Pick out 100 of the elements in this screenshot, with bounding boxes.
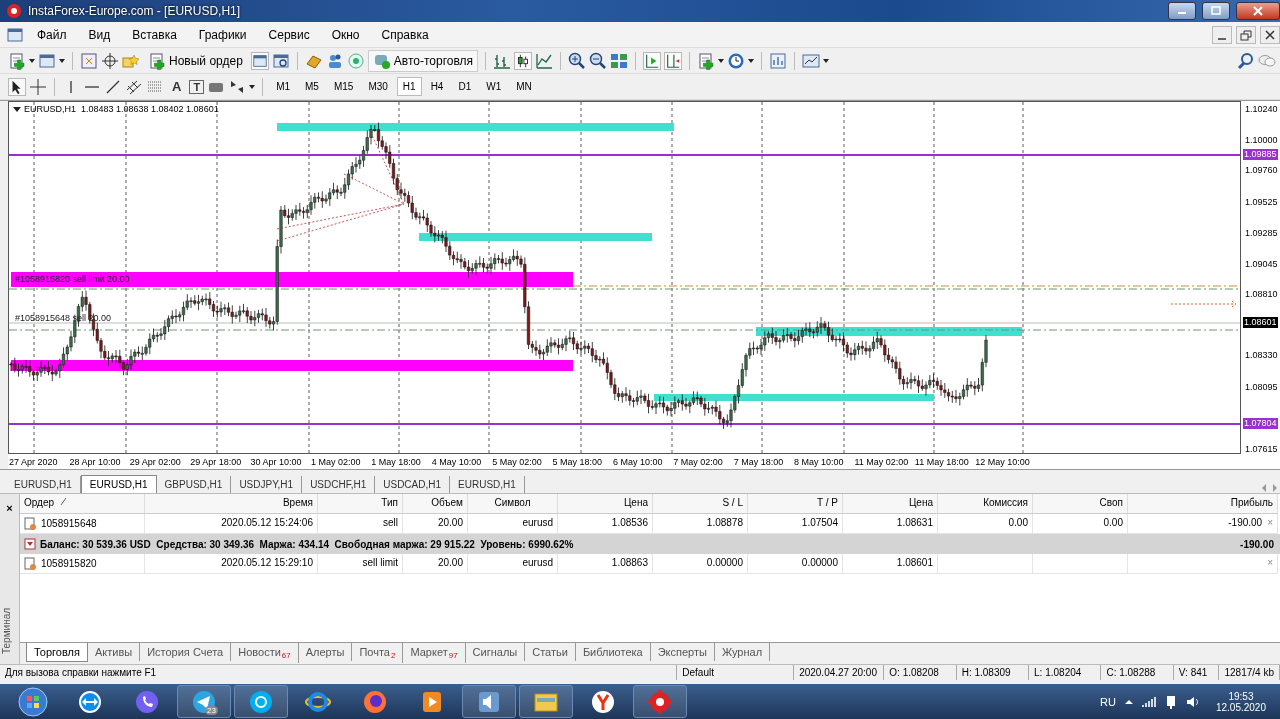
- menu-item[interactable]: Сервис: [259, 25, 319, 44]
- table-cell: 0.00000: [748, 554, 843, 574]
- panel-icon[interactable]: [250, 51, 269, 70]
- maximize-button[interactable]: [1202, 2, 1230, 20]
- indicator-list-icon[interactable]: [769, 51, 788, 70]
- terminal-tab[interactable]: Статьи: [525, 643, 576, 661]
- menu-item[interactable]: Окно: [322, 25, 369, 44]
- close-button[interactable]: ×: [1267, 557, 1273, 570]
- column-header[interactable]: Своп: [1033, 494, 1128, 514]
- menu-item[interactable]: Вставка: [123, 25, 186, 44]
- column-header[interactable]: Цена: [843, 494, 938, 514]
- terminal-tab[interactable]: Активы: [87, 643, 141, 661]
- search-icon[interactable]: [1237, 51, 1255, 70]
- close-button[interactable]: ×: [6, 502, 13, 514]
- terminal-tab[interactable]: Эксперты: [650, 643, 715, 661]
- taskbar-button[interactable]: [462, 685, 516, 718]
- table-cell: 1058915648: [41, 518, 97, 529]
- column-header[interactable]: S / L: [653, 494, 748, 514]
- taskbar-button[interactable]: [519, 685, 573, 718]
- caret-icon[interactable]: [718, 57, 725, 64]
- column-header[interactable]: Объем: [403, 494, 468, 514]
- caret-icon[interactable]: [29, 57, 35, 64]
- paper-plane-icon: [191, 688, 217, 715]
- clock-date[interactable]: 12.05.2020: [1215, 701, 1266, 713]
- close-button[interactable]: [1236, 2, 1280, 20]
- zoom-in-icon[interactable]: [568, 51, 587, 70]
- price-marker: 1.09885: [1243, 149, 1278, 160]
- menu-item[interactable]: Вид: [79, 25, 120, 44]
- collapse-icon[interactable]: [24, 538, 36, 550]
- y-circle-icon: [590, 688, 616, 715]
- tile-windows-icon[interactable]: [610, 51, 629, 70]
- chart-tab[interactable]: EURUSD,H1: [80, 475, 157, 493]
- caret-icon[interactable]: [249, 83, 256, 90]
- auto-scroll-icon[interactable]: [643, 51, 662, 70]
- column-header[interactable]: Ордер: [24, 497, 55, 510]
- column-header[interactable]: Время: [145, 494, 318, 514]
- chart-window-icon[interactable]: [802, 51, 821, 70]
- dropdown-triangle-icon[interactable]: [13, 105, 21, 113]
- taskbar-button[interactable]: 23: [177, 685, 231, 718]
- windows-logo-icon[interactable]: [18, 686, 48, 717]
- caret-icon[interactable]: [748, 57, 755, 64]
- menu-item[interactable]: Справка: [372, 25, 438, 44]
- sort-icon[interactable]: [60, 497, 68, 506]
- signal-bars-icon[interactable]: [1141, 695, 1156, 708]
- line-chart-icon[interactable]: [535, 51, 554, 70]
- menu-item[interactable]: Файл: [28, 25, 76, 44]
- chart-shift-icon[interactable]: [664, 51, 683, 70]
- language-indicator[interactable]: RU: [1100, 695, 1116, 708]
- auto-trading-button[interactable]: Авто-торговля: [367, 49, 479, 72]
- time-label: 1 May 18:00: [370, 456, 422, 467]
- timeframe-button[interactable]: M1: [270, 77, 297, 96]
- chart-search-icon[interactable]: [271, 51, 290, 70]
- timeframe-button[interactable]: M15: [327, 77, 360, 96]
- time-label: 11 May 02:00: [853, 456, 910, 467]
- column-header[interactable]: Символ: [468, 494, 558, 514]
- candlestick-icon[interactable]: [514, 51, 533, 70]
- close-button[interactable]: ×: [1267, 517, 1273, 530]
- caret-icon[interactable]: [59, 57, 65, 64]
- clock-icon[interactable]: [727, 51, 746, 70]
- column-header[interactable]: Прибыль: [1128, 494, 1278, 514]
- timeframe-button[interactable]: MN: [510, 77, 538, 96]
- timeframe-button[interactable]: M30: [362, 77, 394, 96]
- status-field: C: 1.08288: [1101, 665, 1174, 680]
- terminal-tab[interactable]: Торговля: [26, 643, 88, 662]
- column-header[interactable]: Тип: [318, 494, 403, 514]
- document-plus-icon: [148, 51, 166, 70]
- terminal-tab[interactable]: Алерты: [298, 643, 353, 661]
- template-icon[interactable]: [697, 51, 716, 70]
- menu-item[interactable]: Графики: [189, 25, 256, 44]
- caret-icon[interactable]: [823, 57, 830, 64]
- column-header[interactable]: T / P: [748, 494, 843, 514]
- timeframe-button[interactable]: H4: [424, 77, 450, 96]
- taskbar-button[interactable]: [234, 685, 288, 718]
- window-title: InstaForex-Europe.com - [EURUSD,H1]: [28, 4, 241, 18]
- text-tool[interactable]: A: [167, 79, 187, 94]
- tray-up-icon[interactable]: [1123, 697, 1134, 706]
- timeframe-button[interactable]: W1: [480, 77, 508, 96]
- label-tool[interactable]: T: [189, 79, 205, 94]
- taskbar-button[interactable]: [633, 685, 687, 718]
- clock-time[interactable]: 19:53: [1228, 690, 1254, 702]
- terminal-tab[interactable]: Библиотека: [575, 643, 651, 661]
- speaker-icon[interactable]: [1185, 694, 1200, 709]
- status-field: L: 1.08204: [1029, 665, 1102, 680]
- terminal-tab[interactable]: Журнал: [714, 643, 771, 661]
- terminal-tab[interactable]: История Счета: [140, 643, 232, 661]
- timeframe-button[interactable]: M5: [299, 77, 325, 96]
- profiles-icon[interactable]: [38, 51, 56, 70]
- terminal-tab[interactable]: Сигналы: [465, 643, 526, 661]
- column-header[interactable]: Цена: [558, 494, 653, 514]
- new-chart-icon[interactable]: [8, 51, 26, 70]
- crosshair-icon[interactable]: [101, 51, 119, 70]
- timeframe-button[interactable]: H1: [396, 77, 422, 96]
- price-label: 1.10000: [1245, 135, 1278, 146]
- zoom-out-icon[interactable]: [589, 51, 608, 70]
- timeframe-button[interactable]: D1: [452, 77, 478, 96]
- column-header[interactable]: Комиссия: [938, 494, 1033, 514]
- signal-icon[interactable]: [346, 51, 365, 70]
- new-order-button[interactable]: Новый ордер: [143, 49, 248, 72]
- minimize-button[interactable]: [1168, 2, 1196, 20]
- time-label: 28 Apr 10:00: [68, 456, 122, 467]
